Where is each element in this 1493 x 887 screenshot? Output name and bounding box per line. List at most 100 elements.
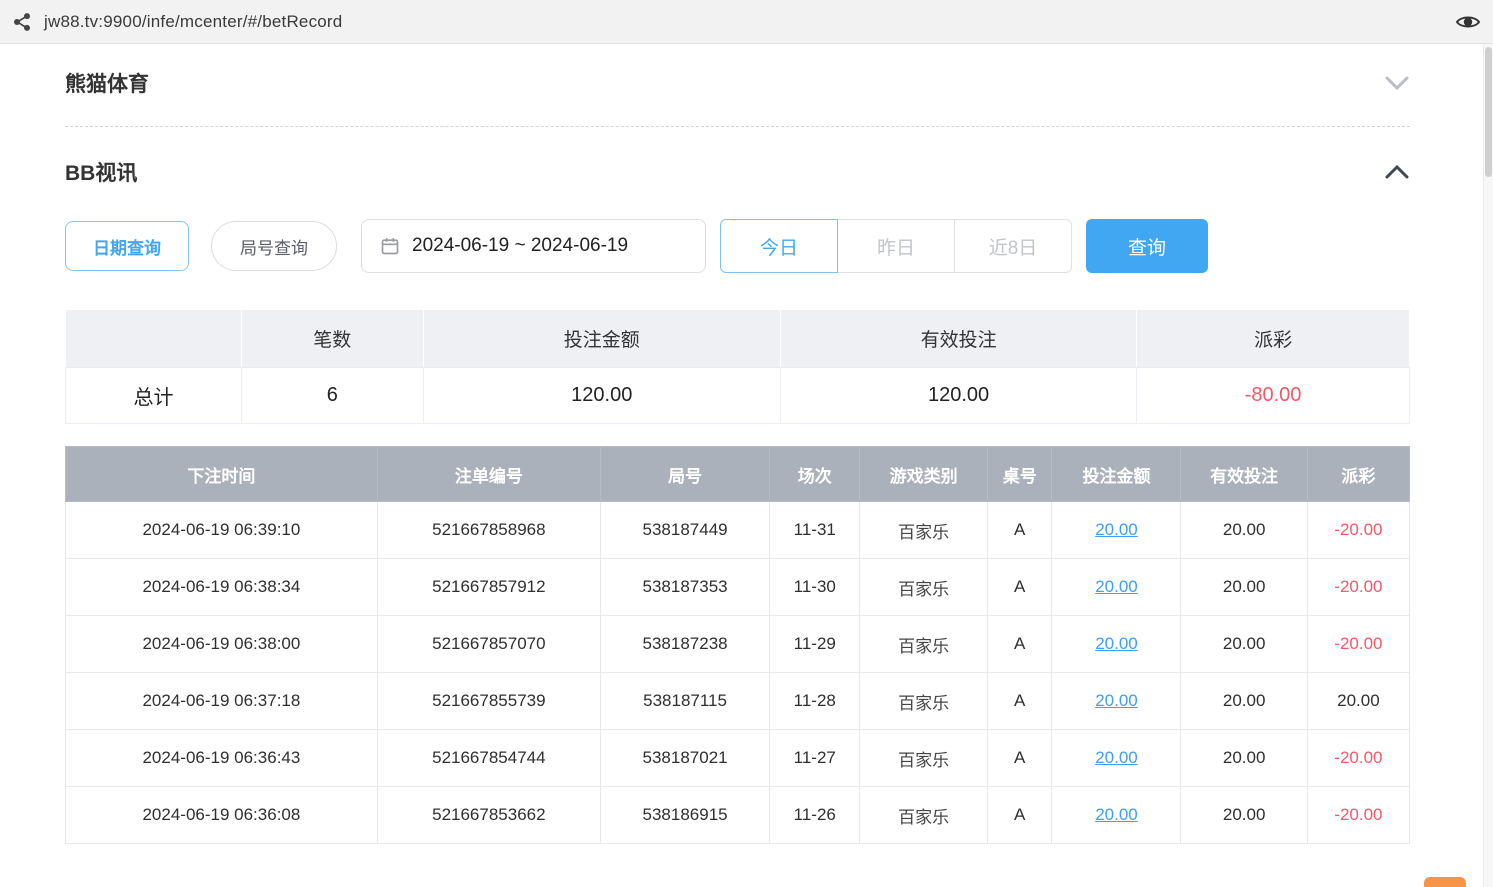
table-row: 2024-06-19 06:38:00 521667857070 5381872… xyxy=(66,616,1410,673)
bet-amount-cell: 20.00 xyxy=(1052,616,1181,673)
summary-header-count: 笔数 xyxy=(242,310,423,368)
round-no: 538187449 xyxy=(600,502,769,559)
round-no: 538187238 xyxy=(600,616,769,673)
col-header-round-no: 局号 xyxy=(600,447,769,502)
round-no: 538187021 xyxy=(600,730,769,787)
summary-count-value: 6 xyxy=(242,368,423,424)
date-query-button[interactable]: 日期查询 xyxy=(65,221,189,271)
floating-service-button[interactable] xyxy=(1424,877,1466,887)
bet-amount-cell: 20.00 xyxy=(1052,673,1181,730)
table-no: A xyxy=(987,559,1052,616)
bet-amount-link[interactable]: 20.00 xyxy=(1095,691,1138,710)
game-type: 百家乐 xyxy=(860,559,988,616)
round-query-button[interactable]: 局号查询 xyxy=(211,221,337,271)
summary-header-bet-amount: 投注金额 xyxy=(423,310,781,368)
bet-amount-cell: 20.00 xyxy=(1052,502,1181,559)
order-no: 521667854744 xyxy=(377,730,600,787)
bet-amount-link[interactable]: 20.00 xyxy=(1095,748,1138,767)
summary-total-label: 总计 xyxy=(66,368,242,424)
col-header-bet-amount: 投注金额 xyxy=(1052,447,1181,502)
valid-bet: 20.00 xyxy=(1181,787,1307,844)
bet-records-table: 下注时间 注单编号 局号 场次 游戏类别 桌号 投注金额 有效投注 派彩 202… xyxy=(65,446,1410,844)
summary-payout-value: -80.00 xyxy=(1137,368,1410,424)
table-row: 2024-06-19 06:38:34 521667857912 5381873… xyxy=(66,559,1410,616)
chevron-up-icon[interactable] xyxy=(1384,164,1410,180)
col-header-game-type: 游戏类别 xyxy=(860,447,988,502)
table-row: 2024-06-19 06:39:10 521667858968 5381874… xyxy=(66,502,1410,559)
bet-record-page: 熊猫体育 BB视讯 日期查询 局号查询 20 xyxy=(0,68,1493,844)
last-8-days-button[interactable]: 近8日 xyxy=(954,219,1072,273)
summary-total-row: 总计 6 120.00 120.00 -80.00 xyxy=(66,368,1410,424)
bet-amount-link[interactable]: 20.00 xyxy=(1095,577,1138,596)
summary-table: 笔数 投注金额 有效投注 派彩 总计 6 120.00 120.00 -80.0… xyxy=(65,309,1410,424)
summary-header-row: 笔数 投注金额 有效投注 派彩 xyxy=(66,310,1410,368)
session: 11-27 xyxy=(770,730,860,787)
bet-amount-link[interactable]: 20.00 xyxy=(1095,520,1138,539)
order-no: 521667858968 xyxy=(377,502,600,559)
bet-time: 2024-06-19 06:39:10 xyxy=(66,502,378,559)
bet-amount-link[interactable]: 20.00 xyxy=(1095,634,1138,653)
valid-bet: 20.00 xyxy=(1181,559,1307,616)
section-bb-video[interactable]: BB视讯 xyxy=(65,157,1410,187)
game-type: 百家乐 xyxy=(860,502,988,559)
table-row: 2024-06-19 06:36:43 521667854744 5381870… xyxy=(66,730,1410,787)
col-header-valid-bet: 有效投注 xyxy=(1181,447,1307,502)
summary-header-payout: 派彩 xyxy=(1137,310,1410,368)
valid-bet: 20.00 xyxy=(1181,616,1307,673)
bet-time: 2024-06-19 06:38:34 xyxy=(66,559,378,616)
quick-range-group: 今日 昨日 近8日 xyxy=(720,219,1072,273)
address-bar[interactable]: jw88.tv:9900/infe/mcenter/#/betRecord xyxy=(44,12,342,32)
eye-icon[interactable] xyxy=(1455,12,1481,32)
bb-video-title: BB视讯 xyxy=(65,157,137,187)
scrollbar-thumb[interactable] xyxy=(1485,47,1492,177)
section-divider xyxy=(65,126,1410,127)
summary-header-blank xyxy=(66,310,242,368)
session: 11-31 xyxy=(770,502,860,559)
scrollbar-track[interactable] xyxy=(1483,44,1493,887)
order-no: 521667857912 xyxy=(377,559,600,616)
url-bar: jw88.tv:9900/infe/mcenter/#/betRecord xyxy=(0,0,1493,44)
payout: -20.00 xyxy=(1307,559,1409,616)
bet-amount-cell: 20.00 xyxy=(1052,787,1181,844)
bet-amount-link[interactable]: 20.00 xyxy=(1095,805,1138,824)
col-header-session: 场次 xyxy=(770,447,860,502)
summary-header-valid-bet: 有效投注 xyxy=(781,310,1137,368)
col-header-bet-time: 下注时间 xyxy=(66,447,378,502)
col-header-table-no: 桌号 xyxy=(987,447,1052,502)
order-no: 521667853662 xyxy=(377,787,600,844)
summary-bet-amount-value: 120.00 xyxy=(423,368,781,424)
payout: 20.00 xyxy=(1307,673,1409,730)
round-no: 538187353 xyxy=(600,559,769,616)
payout: -20.00 xyxy=(1307,730,1409,787)
share-icon[interactable] xyxy=(12,12,32,32)
order-no: 521667855739 xyxy=(377,673,600,730)
search-button[interactable]: 查询 xyxy=(1086,219,1208,273)
order-no: 521667857070 xyxy=(377,616,600,673)
bet-amount-cell: 20.00 xyxy=(1052,730,1181,787)
payout: -20.00 xyxy=(1307,787,1409,844)
session: 11-26 xyxy=(770,787,860,844)
game-type: 百家乐 xyxy=(860,787,988,844)
round-no: 538186915 xyxy=(600,787,769,844)
chevron-down-icon[interactable] xyxy=(1384,75,1410,91)
summary-valid-bet-value: 120.00 xyxy=(781,368,1137,424)
game-type: 百家乐 xyxy=(860,730,988,787)
date-range-value: 2024-06-19 ~ 2024-06-19 xyxy=(412,235,628,257)
valid-bet: 20.00 xyxy=(1181,730,1307,787)
bet-time: 2024-06-19 06:37:18 xyxy=(66,673,378,730)
date-range-input[interactable]: 2024-06-19 ~ 2024-06-19 xyxy=(361,219,706,273)
game-type: 百家乐 xyxy=(860,616,988,673)
today-button[interactable]: 今日 xyxy=(720,219,838,273)
game-type: 百家乐 xyxy=(860,673,988,730)
payout: -20.00 xyxy=(1307,502,1409,559)
section-panda-sports[interactable]: 熊猫体育 xyxy=(65,68,1410,126)
table-no: A xyxy=(987,787,1052,844)
table-no: A xyxy=(987,673,1052,730)
session: 11-29 xyxy=(770,616,860,673)
yesterday-button[interactable]: 昨日 xyxy=(837,219,955,273)
valid-bet: 20.00 xyxy=(1181,502,1307,559)
bet-time: 2024-06-19 06:36:43 xyxy=(66,730,378,787)
table-row: 2024-06-19 06:37:18 521667855739 5381871… xyxy=(66,673,1410,730)
calendar-icon xyxy=(380,236,400,256)
session: 11-30 xyxy=(770,559,860,616)
